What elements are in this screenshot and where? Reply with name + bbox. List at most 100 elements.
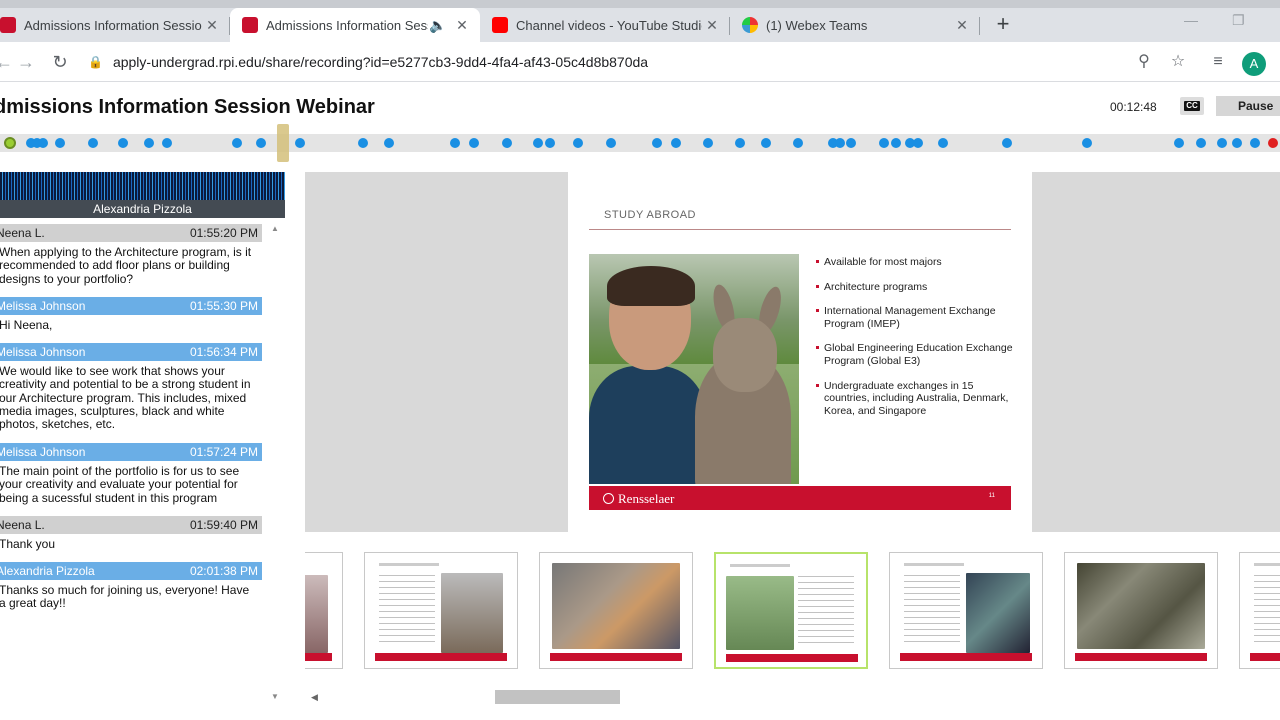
address-bar[interactable]: 🔒 apply-undergrad.rpi.edu/share/recordin… — [88, 48, 1178, 76]
timeline-chat-marker[interactable] — [38, 138, 48, 148]
slide-thumbnail[interactable] — [364, 552, 518, 669]
timeline-chat-marker[interactable] — [469, 138, 479, 148]
timeline-chat-marker[interactable] — [232, 138, 242, 148]
reload-icon[interactable]: ↻ — [48, 50, 72, 74]
new-tab-button[interactable]: + — [990, 12, 1016, 38]
timeline-chat-marker[interactable] — [88, 138, 98, 148]
chat-time: 01:57:24 PM — [189, 445, 258, 459]
thumbnail-heading — [1254, 563, 1280, 566]
chat-author: Neena L. — [0, 518, 45, 532]
timeline-chat-marker[interactable] — [735, 138, 745, 148]
bookmark-star-icon[interactable]: ☆ — [1166, 50, 1190, 74]
browser-tabstrip: Admissions Information Session W ✕ Admis… — [0, 0, 1280, 42]
photo-kangaroo — [685, 282, 795, 484]
timeline-chat-marker[interactable] — [144, 138, 154, 148]
slide-thumbnail[interactable] — [1239, 552, 1280, 669]
restore-icon[interactable]: ❐ — [1232, 12, 1245, 29]
timeline-chat-marker[interactable] — [162, 138, 172, 148]
timeline-chat-marker[interactable] — [118, 138, 128, 148]
timeline-chat-marker[interactable] — [1250, 138, 1260, 148]
scroll-left-icon[interactable]: ◀ — [311, 692, 318, 703]
chat-message: Melissa Johnson 01:55:30 PM Hi Neena, — [0, 297, 262, 332]
media-queue-icon[interactable]: ≡ — [1206, 50, 1230, 74]
pause-button[interactable]: Pause — [1216, 96, 1280, 116]
zoom-icon[interactable]: ⚲ — [1132, 50, 1156, 74]
tab-admissions-2[interactable]: Admissions Information Session 🔈 ✕ — [230, 8, 480, 42]
playback-timeline[interactable] — [0, 124, 1280, 162]
timeline-chat-marker[interactable] — [1174, 138, 1184, 148]
thumbnail-scrollbar[interactable]: ◀ — [305, 690, 1280, 706]
timeline-chat-marker[interactable] — [606, 138, 616, 148]
tab-admissions-1[interactable]: Admissions Information Session W ✕ — [0, 8, 230, 42]
timeline-chat-marker[interactable] — [256, 138, 266, 148]
timeline-chat-marker[interactable] — [358, 138, 368, 148]
rpi-icon — [0, 17, 16, 33]
close-icon[interactable]: ✕ — [702, 17, 722, 34]
scroll-down-icon[interactable]: ▼ — [271, 692, 279, 701]
thumbnail-footer — [1250, 653, 1280, 661]
timeline-chat-marker[interactable] — [761, 138, 771, 148]
timeline-playhead[interactable] — [277, 124, 289, 162]
chat-log[interactable]: Neena L. 01:55:20 PM When applying to the… — [0, 224, 263, 708]
timeline-chat-marker[interactable] — [1232, 138, 1242, 148]
timeline-chat-marker[interactable] — [1082, 138, 1092, 148]
timeline-chat-marker[interactable] — [1196, 138, 1206, 148]
slide-thumbnail-current[interactable] — [714, 552, 868, 669]
timeline-chat-marker[interactable] — [55, 138, 65, 148]
slide-bullet: Undergraduate exchanges in 15 countries,… — [816, 380, 1016, 418]
speaker-audio-icon[interactable]: 🔈 — [428, 17, 448, 34]
thumbnail-text — [798, 576, 854, 646]
brand-name: Rensselaer — [618, 491, 675, 506]
close-icon[interactable]: ✕ — [452, 17, 472, 34]
timeline-chat-marker[interactable] — [1217, 138, 1227, 148]
tab-title: Admissions Information Session W — [24, 17, 202, 33]
close-icon[interactable]: ✕ — [202, 17, 222, 34]
closed-captions-button[interactable]: CC — [1180, 97, 1204, 115]
url-text[interactable]: apply-undergrad.rpi.edu/share/recording?… — [113, 54, 648, 70]
slide-thumbnail[interactable] — [1064, 552, 1218, 669]
scrollbar-thumb[interactable] — [495, 690, 620, 704]
timeline-chat-marker[interactable] — [835, 138, 845, 148]
chat-text: When applying to the Architecture progra… — [0, 245, 252, 286]
forward-arrow-icon[interactable]: → — [14, 50, 38, 74]
slide-heading: STUDY ABROAD — [604, 209, 696, 221]
timeline-chat-marker[interactable] — [671, 138, 681, 148]
timeline-chat-marker[interactable] — [652, 138, 662, 148]
close-icon[interactable]: ✕ — [952, 17, 972, 34]
timeline-chat-marker[interactable] — [295, 138, 305, 148]
timeline-chat-marker[interactable] — [545, 138, 555, 148]
timeline-chat-marker[interactable] — [533, 138, 543, 148]
timeline-end-marker[interactable] — [1268, 138, 1278, 148]
current-slide: STUDY ABROAD Available for most majors A… — [568, 172, 1032, 532]
tab-webex-teams[interactable]: (1) Webex Teams ✕ — [730, 8, 980, 42]
timeline-start-marker[interactable] — [4, 137, 16, 149]
slide-thumbnail[interactable] — [305, 552, 343, 669]
minimize-icon[interactable]: — — [1184, 12, 1198, 28]
slide-thumbnail-strip[interactable] — [305, 540, 1280, 690]
timeline-chat-marker[interactable] — [573, 138, 583, 148]
lock-icon[interactable]: 🔒 — [88, 55, 103, 69]
tab-youtube-studio[interactable]: Channel videos - YouTube Studio ✕ — [480, 8, 730, 42]
timeline-chat-marker[interactable] — [913, 138, 923, 148]
slide-divider — [589, 229, 1011, 230]
webex-icon — [742, 17, 758, 33]
timeline-chat-marker[interactable] — [450, 138, 460, 148]
timeline-chat-marker[interactable] — [846, 138, 856, 148]
chat-author: Alexandria Pizzola — [0, 564, 95, 578]
timeline-chat-marker[interactable] — [891, 138, 901, 148]
thumbnail-heading — [904, 563, 964, 566]
timeline-chat-marker[interactable] — [793, 138, 803, 148]
slide-thumbnail[interactable] — [539, 552, 693, 669]
timeline-chat-marker[interactable] — [938, 138, 948, 148]
timeline-chat-marker[interactable] — [384, 138, 394, 148]
slide-thumbnail[interactable] — [889, 552, 1043, 669]
timeline-chat-marker[interactable] — [502, 138, 512, 148]
timeline-chat-marker[interactable] — [703, 138, 713, 148]
scroll-up-icon[interactable]: ▲ — [271, 224, 279, 233]
timeline-chat-marker[interactable] — [1002, 138, 1012, 148]
chat-scrollbar[interactable]: ▲ ▼ — [270, 224, 282, 708]
student-kangaroo-photo — [589, 254, 799, 484]
timeline-chat-marker[interactable] — [879, 138, 889, 148]
slide-bullet: International Management Exchange Progra… — [816, 305, 1016, 330]
profile-avatar[interactable]: A — [1242, 52, 1266, 76]
